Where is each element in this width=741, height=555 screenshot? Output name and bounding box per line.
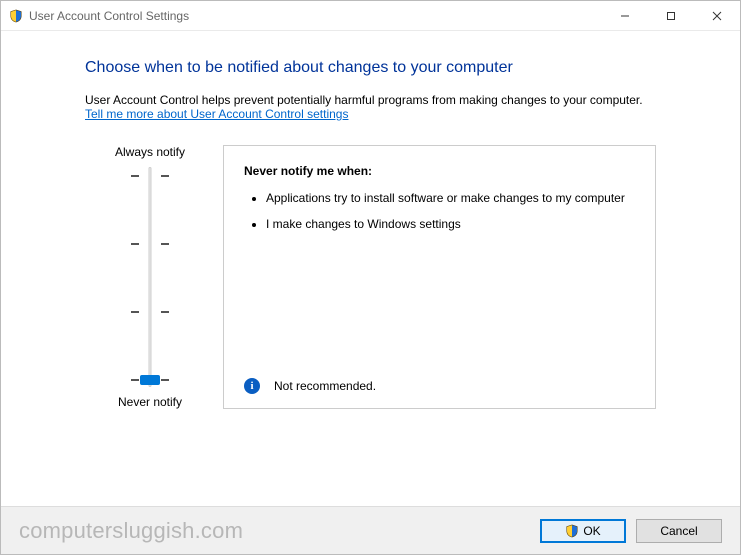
body-area: Always notify Never notify Never notify …	[85, 145, 656, 409]
slider-column: Always notify Never notify	[85, 145, 215, 409]
info-icon: i	[244, 378, 260, 394]
cancel-button[interactable]: Cancel	[636, 519, 722, 543]
shield-icon	[9, 9, 23, 23]
slider-thumb[interactable]	[140, 375, 160, 385]
uac-settings-window: User Account Control Settings Choose whe…	[0, 0, 741, 555]
panel-list: Applications try to install software or …	[250, 190, 635, 242]
panel-note: Not recommended.	[274, 379, 376, 393]
slider-top-label: Always notify	[85, 145, 215, 159]
close-button[interactable]	[694, 1, 740, 31]
page-heading: Choose when to be notified about changes…	[85, 59, 656, 77]
window-title: User Account Control Settings	[29, 9, 189, 23]
panel-list-item: I make changes to Windows settings	[266, 216, 635, 232]
ok-button[interactable]: OK	[540, 519, 626, 543]
panel-list-item: Applications try to install software or …	[266, 190, 635, 206]
learn-more-link[interactable]: Tell me more about User Account Control …	[85, 107, 348, 121]
content-area: Choose when to be notified about changes…	[1, 31, 740, 506]
footer: computersluggish.com OK Cancel	[1, 506, 740, 554]
watermark: computersluggish.com	[19, 518, 243, 544]
panel-title: Never notify me when:	[244, 164, 635, 178]
titlebar: User Account Control Settings	[1, 1, 740, 31]
page-description: User Account Control helps prevent poten…	[85, 93, 656, 107]
cancel-button-label: Cancel	[660, 524, 697, 538]
panel-footer: i Not recommended.	[244, 378, 635, 394]
shield-icon	[565, 524, 579, 538]
slider-bottom-label: Never notify	[85, 395, 215, 409]
footer-buttons: OK Cancel	[540, 519, 722, 543]
ok-button-label: OK	[583, 524, 600, 538]
slider-track	[149, 167, 152, 387]
maximize-button[interactable]	[648, 1, 694, 31]
info-panel: Never notify me when: Applications try t…	[223, 145, 656, 409]
window-controls	[602, 1, 740, 31]
notification-level-slider[interactable]	[125, 167, 175, 387]
minimize-button[interactable]	[602, 1, 648, 31]
